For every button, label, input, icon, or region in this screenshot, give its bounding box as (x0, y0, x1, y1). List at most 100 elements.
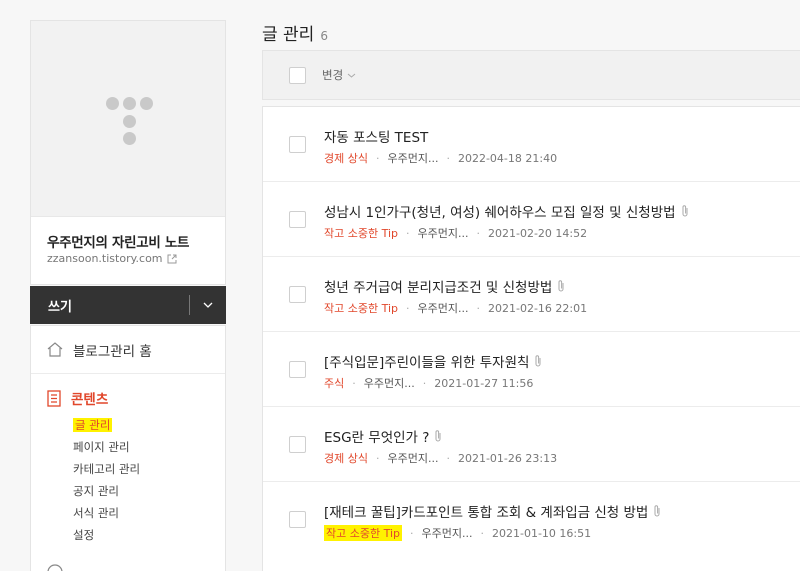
circle-icon (47, 564, 63, 571)
tistory-logo-dot (123, 132, 136, 145)
home-icon (47, 342, 63, 357)
post-title: 청년 주거급여 분리지급조건 및 신청방법 (324, 280, 553, 296)
post-toolbar: 변경 (262, 50, 800, 100)
change-label: 변경 (322, 68, 344, 82)
menu-contents-label: 콘텐츠 (71, 392, 109, 408)
meta-separator: · (406, 301, 410, 315)
menu-item-contents[interactable]: 콘텐츠 (47, 388, 225, 408)
tistory-logo-icon (106, 97, 119, 110)
submenu-settings[interactable]: 설정 (73, 524, 225, 546)
post-row: ESG란 무엇인가 ? 경제 상식 · 우주먼지... · 2021-01-26… (263, 407, 800, 482)
meta-separator: · (410, 526, 414, 540)
post-title-link[interactable]: 자동 포스팅 TEST (324, 126, 428, 146)
contents-submenu: 글 관리 페이지 관리 카테고리 관리 공지 관리 서식 관리 설정 (47, 414, 225, 546)
post-row: [주식입문]주린이들을 위한 투자원칙 주식 · 우주먼지... · 2021-… (263, 332, 800, 407)
post-title: ESG란 무엇인가 ? (324, 430, 430, 446)
post-date: 2021-01-27 11:56 (434, 376, 534, 390)
attachment-clip-icon (435, 430, 441, 442)
page-title-text: 글 관리 (262, 25, 315, 45)
post-category[interactable]: 작고 소중한 Tip (324, 525, 403, 541)
attachment-clip-icon (654, 505, 660, 517)
post-date: 2021-01-10 16:51 (492, 526, 592, 540)
submenu-label: 글 관리 (73, 418, 113, 432)
menu-item-next[interactable] (47, 564, 63, 571)
post-category[interactable]: 경제 상식 (324, 150, 368, 166)
meta-separator: · (446, 151, 450, 165)
post-checkbox[interactable] (289, 436, 306, 453)
submenu-notice-management[interactable]: 공지 관리 (73, 480, 225, 502)
menu-item-home[interactable]: 블로그관리 홈 (31, 326, 225, 374)
submenu-page-management[interactable]: 페이지 관리 (73, 436, 225, 458)
post-list: 자동 포스팅 TEST 경제 상식 · 우주먼지... · 2022-04-18… (262, 106, 800, 571)
post-row: [재테크 꿀팁]카드포인트 통합 조회 & 계좌입금 신청 방법 작고 소중한 … (263, 482, 800, 557)
meta-separator: · (476, 226, 481, 240)
post-checkbox[interactable] (289, 136, 306, 153)
post-category[interactable]: 작고 소중한 Tip (324, 225, 398, 241)
post-category[interactable]: 주식 (324, 375, 344, 391)
chevron-down-icon (347, 73, 356, 78)
post-title: [재테크 꿀팁]카드포인트 통합 조회 & 계좌입금 신청 방법 (324, 505, 649, 521)
write-button[interactable]: 쓰기 (48, 296, 189, 315)
post-meta: 주식 · 우주먼지... · 2021-01-27 11:56 (324, 375, 533, 391)
blog-title[interactable]: 우주먼지의 자린고비 노트 (47, 231, 189, 251)
blog-thumbnail (31, 21, 225, 217)
post-checkbox[interactable] (289, 511, 306, 528)
post-author: 우주먼지... (363, 377, 415, 390)
meta-separator: · (375, 451, 380, 465)
meta-separator: · (476, 301, 481, 315)
meta-separator: · (352, 376, 356, 390)
post-row: 자동 포스팅 TEST 경제 상식 · 우주먼지... · 2022-04-18… (263, 107, 800, 182)
post-title-link[interactable]: 성남시 1인가구(청년, 여성) 쉐어하우스 모집 일정 및 신청방법 (324, 201, 690, 221)
post-title-link[interactable]: [재테크 꿀팁]카드포인트 통합 조회 & 계좌입금 신청 방법 (324, 501, 662, 521)
post-date: 2021-02-16 22:01 (488, 301, 588, 315)
write-bar: 쓰기 (30, 286, 226, 324)
post-checkbox[interactable] (289, 286, 306, 303)
post-meta: 경제 상식 · 우주먼지... · 2021-01-26 23:13 (324, 450, 557, 466)
blog-profile-card: 우주먼지의 자린고비 노트 zzansoon.tistory.com (30, 20, 226, 285)
post-count: 6 (320, 29, 328, 43)
post-title-link[interactable]: ESG란 무엇인가 ? (324, 426, 443, 446)
select-all-checkbox[interactable] (289, 66, 306, 84)
submenu-post-management[interactable]: 글 관리 (73, 414, 225, 436)
write-dropdown-toggle[interactable] (190, 286, 226, 324)
meta-separator: · (406, 226, 410, 240)
post-author: 우주먼지... (387, 452, 439, 465)
post-author: 우주먼지... (421, 527, 473, 540)
submenu-category-management[interactable]: 카테고리 관리 (73, 458, 225, 480)
post-category[interactable]: 경제 상식 (324, 450, 368, 466)
document-icon (47, 389, 61, 407)
post-checkbox[interactable] (289, 211, 306, 228)
post-date: 2021-01-26 23:13 (457, 451, 558, 465)
meta-separator: · (480, 526, 485, 540)
submenu-template-management[interactable]: 서식 관리 (73, 502, 225, 524)
post-title-link[interactable]: 청년 주거급여 분리지급조건 및 신청방법 (324, 276, 566, 296)
post-date: 2022-04-18 21:40 (457, 151, 558, 165)
change-dropdown[interactable]: 변경 (322, 67, 356, 83)
blog-url-text: zzansoon.tistory.com (47, 252, 163, 265)
tistory-logo-dot (140, 97, 153, 110)
menu-home-label: 블로그관리 홈 (73, 343, 152, 360)
post-date: 2021-02-20 14:52 (488, 226, 588, 240)
post-title: 자동 포스팅 TEST (324, 130, 429, 146)
blog-url-link[interactable]: zzansoon.tistory.com (47, 252, 177, 265)
admin-menu: 블로그관리 홈 콘텐츠 글 관리 페이지 관리 카테고리 관리 공지 관리 서식… (30, 325, 226, 571)
post-meta: 작고 소중한 Tip · 우주먼지... · 2021-01-10 16:51 (324, 525, 591, 541)
post-author: 우주먼지... (387, 152, 439, 165)
meta-separator: · (446, 451, 450, 465)
post-author: 우주먼지... (417, 227, 469, 240)
post-title: 성남시 1인가구(청년, 여성) 쉐어하우스 모집 일정 및 신청방법 (324, 205, 676, 221)
post-category[interactable]: 작고 소중한 Tip (324, 300, 398, 316)
post-title: [주식입문]주린이들을 위한 투자원칙 (324, 355, 530, 371)
meta-separator: · (422, 376, 427, 390)
post-row: 청년 주거급여 분리지급조건 및 신청방법 작고 소중한 Tip · 우주먼지.… (263, 257, 800, 332)
tistory-logo-dot (123, 97, 136, 110)
attachment-clip-icon (558, 280, 564, 292)
page-title: 글 관리 6 (262, 20, 328, 45)
attachment-clip-icon (682, 205, 688, 217)
post-title-link[interactable]: [주식입문]주린이들을 위한 투자원칙 (324, 351, 543, 371)
post-row: 성남시 1인가구(청년, 여성) 쉐어하우스 모집 일정 및 신청방법 작고 소… (263, 182, 800, 257)
post-meta: 경제 상식 · 우주먼지... · 2022-04-18 21:40 (324, 150, 557, 166)
post-checkbox[interactable] (289, 361, 306, 378)
post-meta: 작고 소중한 Tip · 우주먼지... · 2021-02-16 22:01 (324, 300, 587, 316)
meta-separator: · (375, 151, 380, 165)
